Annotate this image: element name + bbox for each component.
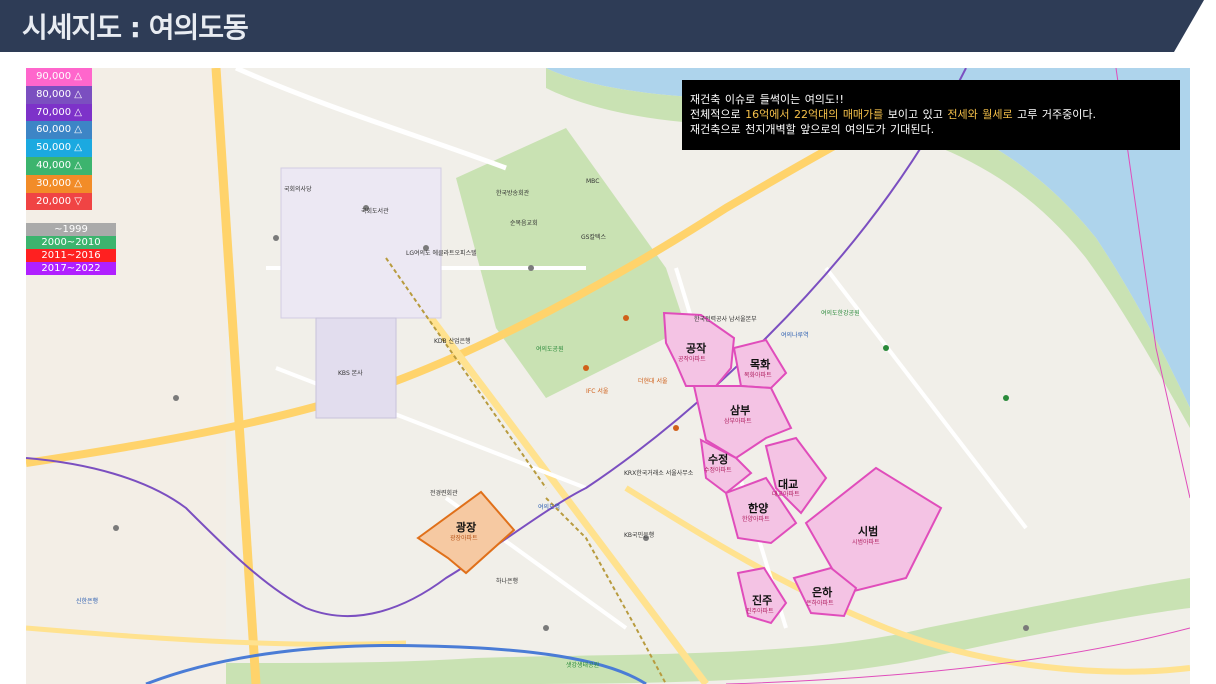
info-line-2: 전체적으로 16억에서 22억대의 매매가를 보이고 있고 전세와 월세로 고루…: [690, 107, 1172, 122]
label-yeouinaru-station: 여의나루역: [781, 332, 809, 339]
zone-hanyang-sub: 한양아파트: [742, 516, 770, 523]
label-ifc: IFC 서울: [586, 388, 609, 395]
zone-jinju-sub: 진주아파트: [746, 608, 774, 615]
price-legend-30000: 30,000 △: [26, 174, 92, 193]
label-broadcast: 한국방송회관: [496, 190, 530, 197]
label-kepco: 한국전력공사 남서울본부: [694, 316, 757, 323]
label-assembly-library: 국회도서관: [361, 208, 389, 215]
info-line-2-e: 고루 거주중이다.: [1012, 108, 1096, 121]
label-lg: LG여의도 에클라트오피스텔: [406, 250, 477, 257]
label-kdb: KDB 산업은행: [434, 338, 471, 345]
year-legend-2017-2022: 2017~2022: [26, 262, 116, 275]
label-hangang-park: 여의도한강공원: [821, 310, 860, 317]
price-legend-50000: 50,000 △: [26, 139, 92, 157]
map-view[interactable]: 국회의사당 국회도서관 KBS 본사 LG여의도 에클라트오피스텔 더현대 서울…: [26, 68, 1190, 684]
label-church: 순복음교회: [510, 220, 538, 227]
yeouido-park: [456, 128, 686, 398]
price-legend-60000: 60,000 △: [26, 121, 92, 140]
label-gs: GS칼텍스: [581, 234, 607, 241]
year-legend: ~1999 2000~2010 2011~2016 2017~2022: [26, 223, 116, 275]
label-krx: KRX한국거래소 서울사무소: [624, 470, 694, 477]
info-line-2-highlight-price: 16억에서 22억대의 매매가를: [745, 108, 884, 121]
price-legend-80000: 80,000 △: [26, 85, 92, 104]
price-legend-90000: 90,000 △: [26, 68, 92, 86]
label-hana: 하나은행: [496, 578, 519, 585]
label-yeouido-station: 여의도역: [538, 504, 561, 511]
label-national-assembly: 국회의사당: [284, 186, 312, 193]
zone-eunha-sub: 은하아파트: [806, 600, 834, 607]
label-mbc: MBC: [586, 178, 600, 185]
label-hyundai: 더현대 서울: [638, 378, 668, 385]
zone-mokhwa-sub: 목화아파트: [744, 372, 772, 379]
year-legend-1999: ~1999: [26, 223, 116, 236]
info-line-2-c: 보이고 있고: [883, 108, 948, 121]
page-title: 시세지도 : 여의도동: [22, 11, 249, 44]
page-header: 시세지도 : 여의도동: [0, 0, 1216, 52]
info-box: 재건축 이슈로 들썩이는 여의도!! 전체적으로 16억에서 22억대의 매매가…: [682, 80, 1180, 150]
zone-sujeong-sub: 수정아파트: [704, 467, 732, 474]
zone-daegyo-sub: 대교아파트: [772, 491, 800, 498]
zone-gwangjang-sub: 광장아파트: [450, 535, 478, 542]
year-legend-2011-2016: 2011~2016: [26, 249, 116, 262]
label-kbs: KBS 본사: [338, 370, 363, 377]
info-line-1: 재건축 이슈로 들썩이는 여의도!!: [690, 93, 844, 106]
info-line-2-a: 전체적으로: [690, 108, 746, 121]
label-jeonkyung: 전경련회관: [430, 490, 458, 497]
price-legend-70000: 70,000 △: [26, 103, 92, 122]
price-legend-20000: 20,000 ▽: [26, 192, 92, 211]
info-line-3: 재건축으로 천지개벽할 앞으로의 여의도가 기대된다.: [690, 123, 935, 136]
info-line-2-highlight-rent: 전세와 월세로: [947, 108, 1013, 121]
label-shinhan: 신한은행: [76, 598, 99, 605]
zone-gongjak-sub: 공작아파트: [678, 356, 706, 363]
label-yeouido-park: 여의도공원: [536, 346, 564, 353]
label-kb: KB국민은행: [624, 532, 655, 539]
price-legend: 90,000 △ 80,000 △ 70,000 △ 60,000 △ 50,0…: [26, 68, 92, 211]
year-legend-2000-2010: 2000~2010: [26, 236, 116, 249]
zone-sibeom-sub: 시범아파트: [852, 539, 880, 546]
map-base: [26, 68, 1190, 684]
label-saetgang: 샛강생태공원: [566, 662, 600, 669]
zone-sambu-sub: 삼부아파트: [724, 418, 752, 425]
price-legend-40000: 40,000 △: [26, 156, 92, 175]
